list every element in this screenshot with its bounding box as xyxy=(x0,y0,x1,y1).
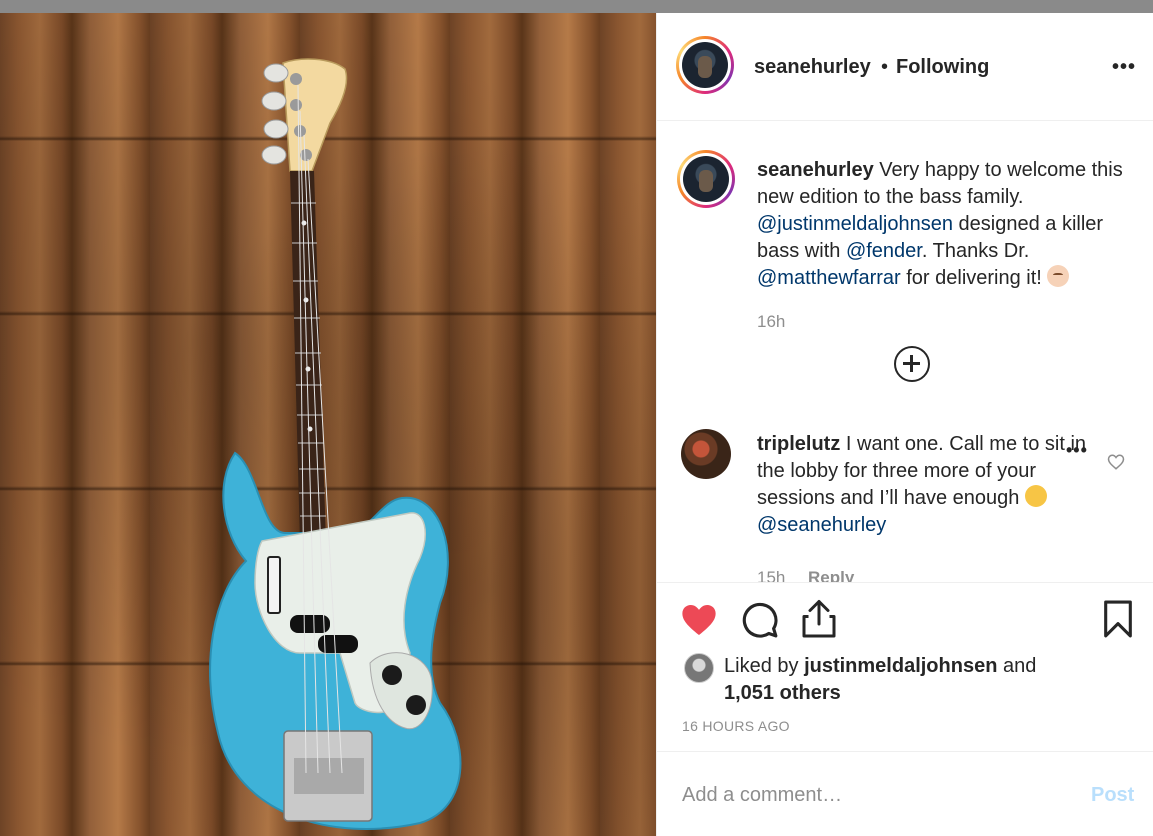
likes-middle: and xyxy=(997,655,1037,677)
baby-face-emoji-icon xyxy=(1047,265,1070,287)
bookmark-icon[interactable] xyxy=(1102,599,1134,639)
likes-others-link[interactable]: 1,051 others xyxy=(724,682,841,704)
post-photo[interactable] xyxy=(0,13,656,836)
post-comment-button[interactable]: Post xyxy=(1091,784,1134,807)
comment-like-heart-icon[interactable] xyxy=(1107,453,1125,471)
add-comment-bar: Post xyxy=(657,751,1153,836)
comment-text-block: triplelutz I want one. Call me to sit in… xyxy=(757,431,1087,539)
winking-face-emoji-icon xyxy=(1024,485,1047,507)
caption-avatar[interactable] xyxy=(677,150,735,208)
mention-link[interactable]: @justinmeldaljohnsen xyxy=(757,213,953,235)
mention-link[interactable]: @matthewfarrar xyxy=(757,267,901,289)
author-username[interactable]: seanehurley xyxy=(754,56,871,79)
post-caption: seanehurley Very happy to welcome this n… xyxy=(757,157,1127,292)
comment-time[interactable]: 15h xyxy=(757,568,785,582)
heart-icon[interactable] xyxy=(679,601,719,639)
commenter-username[interactable]: triplelutz xyxy=(757,433,840,455)
comment-mention-link[interactable]: @seanehurley xyxy=(757,514,886,536)
author-avatar[interactable] xyxy=(676,36,734,94)
comment-icon[interactable] xyxy=(741,601,779,639)
reply-button[interactable]: Reply xyxy=(808,568,854,582)
commenter-avatar[interactable] xyxy=(681,429,731,479)
plus-circle-icon[interactable] xyxy=(894,346,930,382)
liker-avatar[interactable] xyxy=(684,653,714,683)
more-options-icon[interactable]: ••• xyxy=(1112,56,1136,79)
liker-username[interactable]: justinmeldaljohnsen xyxy=(804,655,997,677)
post-header: seanehurley • Following ••• xyxy=(657,13,1153,121)
caption-text: for delivering it! xyxy=(900,267,1048,289)
caption-username[interactable]: seanehurley xyxy=(757,159,874,181)
caption-text: . Thanks Dr. xyxy=(921,240,1030,262)
mention-link[interactable]: @fender xyxy=(846,240,922,262)
window-top-strip xyxy=(0,0,1153,13)
post-sidebar: seanehurley • Following ••• seanehurley … xyxy=(656,13,1153,836)
header-separator: • xyxy=(881,56,889,78)
post-timestamp[interactable]: 16 HOURS AGO xyxy=(682,718,790,734)
comments-scroll-area[interactable]: seanehurley Very happy to welcome this n… xyxy=(657,122,1153,582)
bass-guitar-illustration xyxy=(209,58,462,830)
comment-more-icon[interactable]: ••• xyxy=(1066,440,1088,461)
post-actions: Liked by justinmeldaljohnsen and 1,051 ot… xyxy=(657,582,1153,762)
share-icon[interactable] xyxy=(801,597,837,639)
likes-summary: Liked by justinmeldaljohnsen and 1,051 ot… xyxy=(724,653,1124,707)
following-button[interactable]: Following xyxy=(896,56,989,79)
likes-prefix: Liked by xyxy=(724,655,805,677)
caption-time[interactable]: 16h xyxy=(757,312,785,332)
comment-input[interactable] xyxy=(682,780,1062,810)
